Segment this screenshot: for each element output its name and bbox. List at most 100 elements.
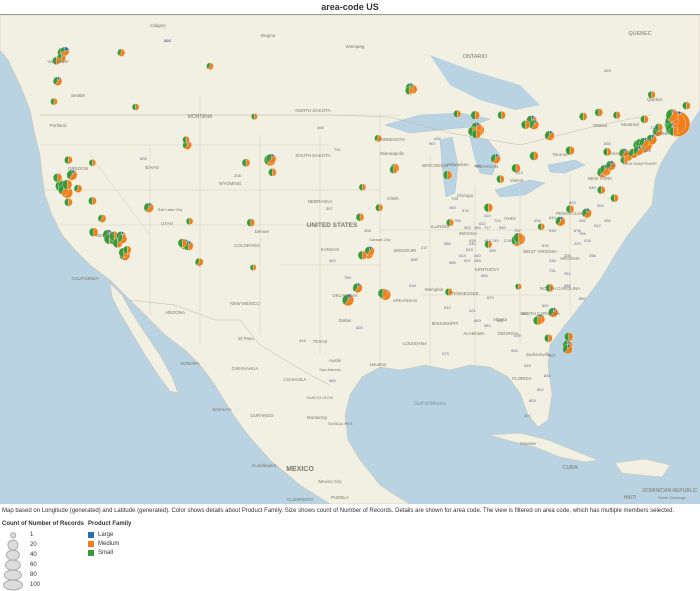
area-code-label: 219	[164, 38, 171, 43]
bubble-915[interactable]	[249, 264, 257, 271]
color-legend-item-small[interactable]: Small	[88, 548, 131, 557]
bubble-608[interactable]	[453, 109, 462, 118]
bubble-239[interactable]	[544, 334, 553, 343]
bubble-315[interactable]	[612, 111, 621, 120]
bubble-864[interactable]	[537, 223, 545, 231]
bubble-slice-small[interactable]	[251, 113, 255, 120]
area-code-label: 630	[411, 257, 418, 262]
bubble-425[interactable]	[60, 46, 70, 56]
map-canvas[interactable]: UNITED STATES MEXICO CUBA HAITI DOMINICA…	[0, 15, 700, 504]
bubble-585[interactable]	[594, 108, 603, 117]
bubble-406[interactable]	[206, 62, 214, 70]
bubble-757[interactable]	[610, 193, 619, 203]
bubble-305[interactable]	[562, 344, 573, 355]
bubble-313[interactable]	[529, 119, 539, 130]
bubble-678[interactable]	[513, 232, 524, 243]
bubble-414[interactable]	[470, 110, 480, 120]
label-mexico: MEXICO	[286, 466, 314, 473]
bubble-502[interactable]	[496, 174, 505, 184]
bubble-615[interactable]	[483, 203, 494, 213]
bubble-slice-medium[interactable]	[362, 183, 367, 191]
bubble-661[interactable]	[97, 214, 107, 223]
bubble-720[interactable]	[266, 153, 277, 164]
bubble-slice-medium[interactable]	[92, 159, 97, 167]
bubble-616[interactable]	[497, 111, 506, 120]
label-regina: Regina	[261, 33, 276, 38]
bubble-561[interactable]	[564, 332, 574, 342]
bubble-505[interactable]	[246, 218, 255, 227]
bubble-slice-medium[interactable]	[518, 283, 522, 290]
bubble-614[interactable]	[529, 151, 539, 161]
bubble-435[interactable]	[182, 136, 190, 144]
bubble-623[interactable]	[177, 238, 188, 248]
bubble-509[interactable]	[117, 48, 126, 57]
bubble-503[interactable]	[53, 76, 63, 86]
bubble-slice-small[interactable]	[249, 264, 254, 271]
area-code-label: 336	[604, 218, 611, 223]
bubble-slice-small[interactable]	[131, 103, 136, 111]
bubble-slice-medium[interactable]	[254, 113, 258, 120]
bubble-707[interactable]	[52, 173, 63, 183]
bubble-316[interactable]	[358, 183, 367, 191]
bubble-951[interactable]	[117, 234, 127, 244]
bubble-slice-small[interactable]	[182, 136, 187, 144]
area-code-label: 419	[469, 238, 476, 243]
bubble-914[interactable]	[639, 137, 650, 148]
bubble-541[interactable]	[50, 97, 58, 106]
bubble-952[interactable]	[405, 86, 414, 95]
label-dallas: Dallas	[339, 318, 352, 323]
bubble-slice-medium[interactable]	[185, 136, 190, 144]
bubble-207[interactable]	[682, 101, 691, 110]
bubble-704[interactable]	[555, 216, 566, 227]
map-view[interactable]: UNITED STATES MEXICO CUBA HAITI DOMINICA…	[0, 14, 700, 504]
color-legend-item-large[interactable]: Large	[88, 530, 131, 539]
bubble-530[interactable]	[64, 155, 73, 165]
bubble-314[interactable]	[442, 170, 453, 180]
label-north-dakota: NORTH DAKOTA	[295, 108, 330, 113]
bubble-913[interactable]	[389, 165, 398, 174]
bubble-216[interactable]	[544, 130, 555, 141]
bubble-732[interactable]	[633, 145, 644, 156]
bubble-slice-medium[interactable]	[53, 97, 58, 106]
bubble-918[interactable]	[375, 203, 384, 212]
bubble-804[interactable]	[597, 185, 606, 195]
bubble-716[interactable]	[579, 112, 588, 121]
bubble-520[interactable]	[195, 257, 204, 267]
bubble-916[interactable]	[66, 169, 78, 181]
bubble-708[interactable]	[471, 129, 482, 139]
bubble-928[interactable]	[185, 217, 194, 225]
area-code-label: 830	[604, 141, 611, 146]
bubble-518[interactable]	[640, 115, 649, 124]
bubble-slice-small[interactable]	[50, 97, 55, 106]
bubble-719[interactable]	[268, 168, 277, 177]
bubble-405[interactable]	[355, 213, 365, 222]
bubble-slice-small[interactable]	[358, 183, 363, 191]
bubble-208[interactable]	[131, 103, 140, 111]
bubble-970[interactable]	[241, 158, 251, 167]
bubble-slice-medium[interactable]	[253, 264, 257, 271]
bubble-850[interactable]	[515, 283, 522, 290]
color-legend-item-medium[interactable]: Medium	[88, 539, 131, 548]
bubble-slice-small[interactable]	[88, 159, 93, 167]
bubble-831[interactable]	[64, 198, 73, 207]
bubble-760[interactable]	[123, 245, 132, 255]
bubble-281[interactable]	[377, 288, 388, 299]
bubble-727[interactable]	[532, 315, 543, 326]
bubble-734[interactable]	[520, 120, 531, 130]
bubble-603[interactable]	[665, 108, 679, 122]
label-nuevo-leon: NUEVO LEON	[307, 395, 333, 400]
bubble-559[interactable]	[88, 196, 97, 206]
color-legend-label: Medium	[98, 540, 120, 547]
bubble-slice-small[interactable]	[515, 283, 519, 290]
bubble-307[interactable]	[251, 113, 258, 120]
bubble-512[interactable]	[352, 282, 363, 293]
area-code-label: 418	[474, 163, 481, 168]
bubble-817[interactable]	[357, 250, 368, 260]
bubble-209[interactable]	[73, 184, 83, 193]
bubble-775[interactable]	[88, 159, 97, 167]
bubble-702[interactable]	[143, 202, 154, 213]
bubble-slice-medium[interactable]	[135, 103, 140, 111]
bubble-317[interactable]	[490, 153, 501, 164]
bubble-401[interactable]	[668, 126, 678, 137]
bubble-925[interactable]	[62, 179, 73, 190]
